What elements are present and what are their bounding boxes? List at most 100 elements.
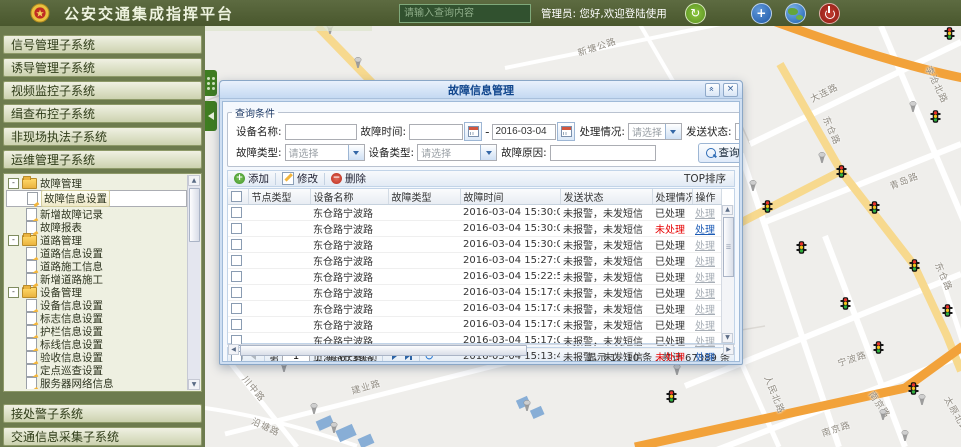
sidebar-panel-3[interactable]: 缉查布控子系统 xyxy=(3,104,202,123)
checkbox-icon[interactable] xyxy=(231,287,242,298)
checkbox-icon[interactable] xyxy=(231,303,242,314)
global-search-input[interactable] xyxy=(399,4,531,23)
table-row[interactable]: 东仓路宁波路 2016-03-04 15:27:00 未报警，未发短信 已处理 … xyxy=(228,253,721,269)
sidebar-panel-0[interactable]: 信号管理子系统 xyxy=(3,35,202,54)
camera-icon[interactable] xyxy=(917,394,927,409)
checkbox-icon[interactable] xyxy=(231,223,242,234)
sidebar-panel-1[interactable]: 交通信息采集子系统 xyxy=(3,427,202,446)
handle-status-select[interactable]: 请选择 xyxy=(628,123,682,140)
fault-time-to-input[interactable] xyxy=(492,124,556,140)
scroll-up-icon[interactable]: ▲ xyxy=(722,205,733,215)
camera-icon[interactable] xyxy=(900,430,910,445)
tree-folder[interactable]: -设备管理 xyxy=(6,286,187,298)
traffic-signal-icon[interactable] xyxy=(909,259,920,275)
collapse-node-icon[interactable]: - xyxy=(8,178,19,189)
scroll-down-icon[interactable]: ▼ xyxy=(722,333,733,343)
scroll-down-icon[interactable]: ▼ xyxy=(188,379,200,390)
calendar-icon[interactable] xyxy=(557,122,575,141)
handle-link[interactable]: 处理 xyxy=(695,305,715,316)
camera-icon[interactable] xyxy=(908,101,918,116)
device-type-select[interactable]: 请选择 xyxy=(417,144,497,161)
handle-link[interactable]: 处理 xyxy=(695,225,715,236)
checkbox-icon[interactable] xyxy=(231,207,242,218)
sidebar-panel-4[interactable]: 非现场执法子系统 xyxy=(3,127,202,146)
handle-link[interactable]: 处理 xyxy=(695,337,715,348)
grid-horizontal-scrollbar[interactable]: ◀ ▶ xyxy=(227,344,735,345)
search-button[interactable]: 查询 xyxy=(698,143,740,163)
col-fault-type[interactable]: 故障类型 xyxy=(388,189,460,205)
tree-item[interactable]: 新增故障记录 xyxy=(6,208,187,220)
handle-link[interactable]: 处理 xyxy=(695,257,715,268)
col-node-type[interactable]: 节点类型 xyxy=(248,189,310,205)
table-row[interactable]: 东仓路宁波路 2016-03-04 15:30:00 未报警，未发短信 已处理 … xyxy=(228,205,721,221)
tree-folder[interactable]: -道路管理 xyxy=(6,234,187,246)
handle-link[interactable]: 处理 xyxy=(695,353,715,362)
traffic-signal-icon[interactable] xyxy=(796,241,807,257)
chevron-down-icon[interactable] xyxy=(665,124,681,139)
tree-item[interactable]: 道路信息设置 xyxy=(6,247,187,259)
top-sort-label[interactable]: TOP排序 xyxy=(684,171,726,186)
tree-scrollbar[interactable]: ▲ ▼ xyxy=(187,175,200,390)
camera-icon[interactable] xyxy=(309,403,319,418)
sidebar-panel-5[interactable]: 运维管理子系统 xyxy=(3,150,202,169)
camera-icon[interactable] xyxy=(522,400,532,415)
checkbox-icon[interactable] xyxy=(231,271,242,282)
traffic-signal-icon[interactable] xyxy=(836,165,847,181)
traffic-signal-icon[interactable] xyxy=(942,304,953,320)
zoom-plus-icon[interactable]: + xyxy=(751,3,772,24)
sidebar-panel-1[interactable]: 诱导管理子系统 xyxy=(3,58,202,77)
camera-icon[interactable] xyxy=(672,364,682,379)
collapse-arrow-icon[interactable] xyxy=(205,101,217,131)
traffic-signal-icon[interactable] xyxy=(930,110,941,126)
calendar-icon[interactable] xyxy=(464,122,482,141)
fault-time-from-input[interactable] xyxy=(409,124,463,140)
add-button[interactable]: + 添加 xyxy=(228,171,275,186)
checkbox-icon[interactable] xyxy=(231,191,242,202)
sidebar-panel-2[interactable]: 视频监控子系统 xyxy=(3,81,202,100)
tree-item[interactable]: 设备信息设置 xyxy=(6,299,187,311)
traffic-signal-icon[interactable] xyxy=(869,201,880,217)
window-titlebar[interactable]: 故障信息管理 » × xyxy=(220,81,742,99)
close-icon[interactable]: × xyxy=(723,83,738,97)
tree-item[interactable]: 新增道路施工 xyxy=(6,273,187,285)
scroll-up-icon[interactable]: ▲ xyxy=(188,175,200,186)
tree-item[interactable]: 标线信息设置 xyxy=(6,338,187,350)
fault-type-select[interactable]: 请选择 xyxy=(285,144,365,161)
handle-link[interactable]: 处理 xyxy=(695,289,715,300)
device-name-input[interactable] xyxy=(285,124,357,140)
col-operation[interactable]: 操作 xyxy=(692,189,721,205)
tree-item[interactable]: 服务器网络信息 xyxy=(6,377,187,389)
select-all-header[interactable] xyxy=(228,189,248,205)
col-fault-time[interactable]: 故障时间 xyxy=(460,189,560,205)
table-row[interactable]: 东仓路宁波路 2016-03-04 15:17:01 未报警，未发短信 已处理 … xyxy=(228,285,721,301)
scrollbar-thumb[interactable]: ☰ xyxy=(723,217,734,277)
table-row[interactable]: 东仓路宁波路 2016-03-04 15:17:01 未报警，未发短信 已处理 … xyxy=(228,301,721,317)
traffic-signal-icon[interactable] xyxy=(944,27,955,43)
map-tiles-icon[interactable] xyxy=(719,4,738,23)
collapse-icon[interactable]: » xyxy=(705,83,720,97)
scrollbar-thumb[interactable] xyxy=(240,345,527,356)
tree-item[interactable]: 故障报表 xyxy=(6,221,187,233)
camera-icon[interactable] xyxy=(878,409,888,424)
scroll-left-icon[interactable]: ◀ xyxy=(228,344,239,355)
camera-icon[interactable] xyxy=(353,57,363,72)
chevron-down-icon[interactable] xyxy=(480,145,496,160)
col-device-name[interactable]: 设备名称 xyxy=(310,189,388,205)
tree-item[interactable]: 验收信息设置 xyxy=(6,351,187,363)
tree-item[interactable]: 护栏信息设置 xyxy=(6,325,187,337)
table-row[interactable]: 东仓路宁波路 2016-03-04 15:30:00 未报警，未发短信 未处理 … xyxy=(228,221,721,237)
camera-icon[interactable] xyxy=(748,180,758,195)
checkbox-icon[interactable] xyxy=(231,319,242,330)
traffic-signal-icon[interactable] xyxy=(666,390,677,406)
handle-link[interactable]: 处理 xyxy=(695,241,715,252)
scroll-right-icon[interactable]: ▶ xyxy=(723,344,734,355)
col-handle-status[interactable]: 处理情况 xyxy=(652,189,692,205)
scrollbar-thumb[interactable] xyxy=(189,188,200,242)
table-row[interactable]: 东仓路宁波路 2016-03-04 15:22:50 未报警，未发短信 已处理 … xyxy=(228,269,721,285)
handle-link[interactable]: 处理 xyxy=(695,321,715,332)
sidebar-panel-0[interactable]: 接处警子系统 xyxy=(3,404,202,423)
power-icon[interactable] xyxy=(819,3,840,24)
checkbox-icon[interactable] xyxy=(231,255,242,266)
tree-item[interactable]: 标志信息设置 xyxy=(6,312,187,324)
traffic-signal-icon[interactable] xyxy=(762,200,773,216)
